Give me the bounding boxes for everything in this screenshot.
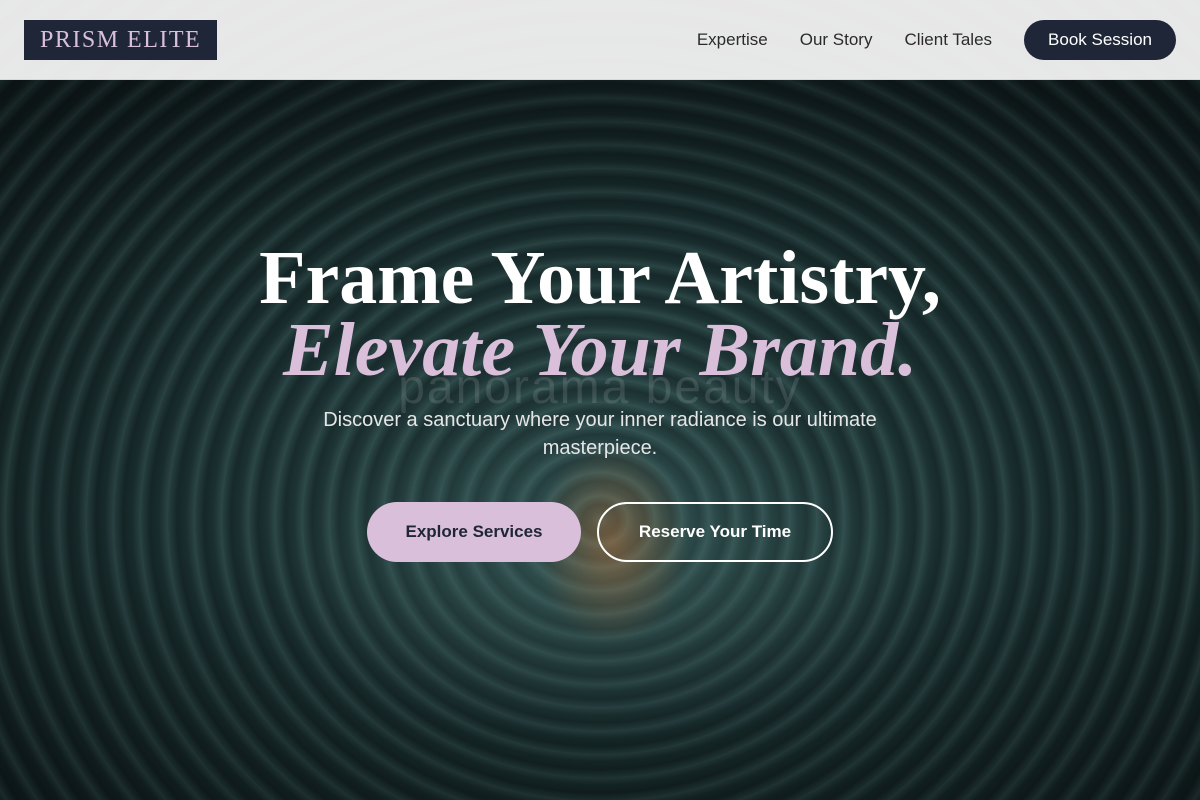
headline-line-2: Elevate Your Brand. (282, 308, 918, 392)
brand-logo[interactable]: PRISM ELITE (24, 20, 218, 60)
hero-subtitle: Discover a sanctuary where your inner ra… (323, 409, 877, 459)
book-session-button[interactable]: Book Session (1024, 20, 1176, 60)
landing-page: PRISM ELITE Expertise Our Story Client T… (0, 0, 1200, 800)
nav-link-client-tales[interactable]: Client Tales (904, 30, 992, 50)
nav-link-our-story[interactable]: Our Story (800, 30, 873, 50)
nav-links: Expertise Our Story Client Tales Book Se… (697, 20, 1176, 60)
explore-services-button[interactable]: Explore Services (367, 502, 581, 562)
hero-section: panorama beauty Frame Your Artistry, Ele… (0, 0, 1200, 800)
hero-buttons: Explore Services Reserve Your Time (0, 502, 1200, 562)
reserve-your-time-button[interactable]: Reserve Your Time (597, 502, 833, 562)
navbar: PRISM ELITE Expertise Our Story Client T… (0, 0, 1200, 80)
nav-link-expertise[interactable]: Expertise (697, 30, 768, 50)
headline-line-1: Frame Your Artistry, (259, 236, 941, 320)
